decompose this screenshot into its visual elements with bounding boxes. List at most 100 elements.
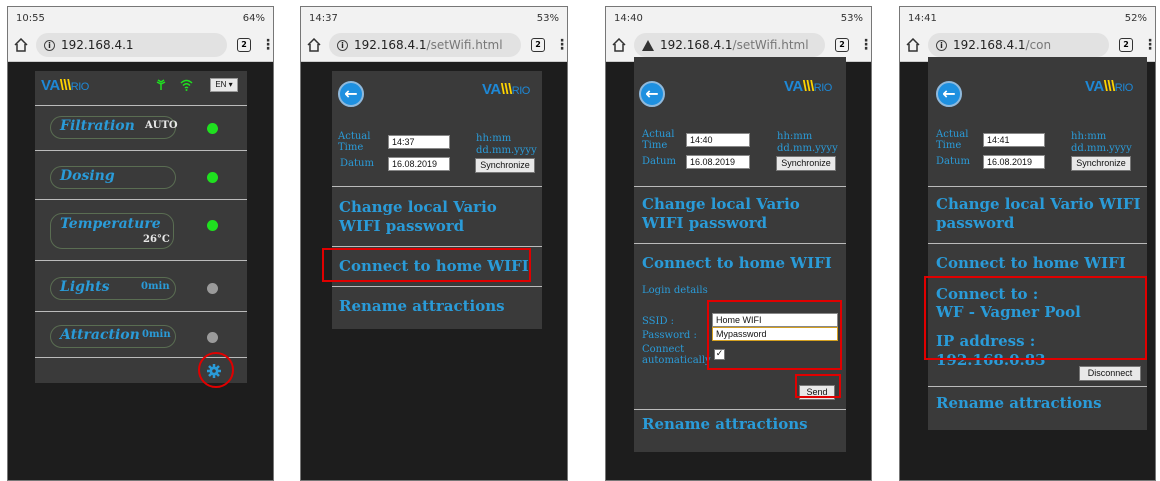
- status-bar: 14:40 53%: [606, 7, 871, 29]
- warning-icon[interactable]: [642, 39, 654, 51]
- status-bar: 14:37 53%: [301, 7, 567, 29]
- synchronize-button[interactable]: Synchronize: [475, 158, 535, 173]
- overflow-menu-icon[interactable]: ⋮: [1143, 37, 1155, 53]
- vario-logo: VA\\\RIO: [784, 78, 832, 95]
- divider: [35, 199, 247, 200]
- time-input[interactable]: 14:40: [686, 133, 750, 147]
- divider: [35, 311, 247, 312]
- address-field[interactable]: 192.168.4.1/setWifi.html: [634, 33, 825, 57]
- actual-time-label: Actual Time: [936, 129, 969, 151]
- status-bar: 14:41 52%: [900, 7, 1155, 29]
- lights-timer: 0min: [141, 281, 170, 292]
- filtration-mode: AUTO: [145, 120, 178, 131]
- login-details-label: Login details: [642, 285, 708, 296]
- back-arrow-icon[interactable]: ←: [639, 81, 665, 107]
- status-time: 14:41: [908, 12, 937, 24]
- status-time: 14:37: [309, 12, 338, 24]
- tab-count-button[interactable]: 2: [531, 38, 545, 52]
- date-input[interactable]: 16.08.2019: [388, 157, 450, 171]
- datum-label: Datum: [642, 156, 676, 167]
- change-password-link[interactable]: Change local Vario WIFI password: [339, 198, 539, 236]
- time-input[interactable]: 14:37: [388, 135, 450, 149]
- actual-time-label: Actual Time: [642, 129, 675, 151]
- connect-highlight-box: [322, 248, 531, 282]
- credentials-highlight-box: [707, 300, 842, 370]
- time-format-hint: hh:mm: [1071, 131, 1107, 142]
- language-select[interactable]: EN ▾: [210, 78, 238, 92]
- address-field[interactable]: i 192.168.4.1/con: [928, 33, 1109, 57]
- url-path: /setWifi.html: [732, 38, 809, 52]
- address-field[interactable]: i 192.168.4.1/setWifi.html: [329, 33, 521, 57]
- battery-indicator: 64%: [242, 12, 265, 24]
- overflow-menu-icon[interactable]: ⋮: [859, 37, 871, 53]
- lights-status-dot: [207, 283, 218, 294]
- overflow-menu-icon[interactable]: ⋮: [555, 37, 567, 53]
- synchronize-button[interactable]: Synchronize: [776, 156, 836, 171]
- date-input[interactable]: 16.08.2019: [983, 155, 1045, 169]
- info-icon[interactable]: i: [337, 39, 348, 51]
- temperature-label: Temperature: [60, 216, 161, 232]
- phone-screen-wifi-form: 14:40 53% 192.168.4.1/setWifi.html 2 ⋮ ←…: [605, 6, 872, 481]
- home-icon[interactable]: [612, 38, 626, 52]
- home-icon[interactable]: [906, 38, 920, 52]
- info-icon[interactable]: i: [44, 39, 55, 51]
- rename-attractions-link[interactable]: Rename attractions: [339, 297, 505, 316]
- url-path: /con: [1025, 38, 1052, 52]
- connect-home-wifi-heading: Connect to home WIFI: [642, 254, 832, 272]
- address-field[interactable]: i 192.168.4.1: [36, 33, 227, 57]
- home-icon[interactable]: [307, 38, 321, 52]
- send-highlight-box: [795, 374, 841, 398]
- phone-screen-connected: 14:41 52% i 192.168.4.1/con 2 ⋮ ← VA\\\R…: [899, 6, 1156, 481]
- lights-label: Lights: [60, 279, 110, 295]
- rename-attractions-link[interactable]: Rename attractions: [642, 415, 808, 434]
- info-icon[interactable]: i: [936, 39, 947, 51]
- date-format-hint: dd.mm.yyyy: [476, 145, 537, 156]
- settings-highlight-circle: [198, 352, 234, 388]
- date-input[interactable]: 16.08.2019: [686, 155, 750, 169]
- divider: [35, 260, 247, 261]
- datum-label: Datum: [936, 156, 970, 167]
- synchronize-button[interactable]: Synchronize: [1071, 156, 1131, 171]
- url-host: 192.168.4.1: [660, 38, 733, 52]
- rename-attractions-link[interactable]: Rename attractions: [936, 394, 1102, 413]
- tab-count-button[interactable]: 2: [1119, 38, 1133, 52]
- change-password-link[interactable]: Change local Vario WIFI password: [642, 195, 846, 233]
- divider: [634, 186, 846, 187]
- home-icon[interactable]: [14, 38, 28, 52]
- overflow-menu-icon[interactable]: ⋮: [261, 37, 273, 53]
- battery-indicator: 53%: [840, 12, 863, 24]
- datum-label: Datum: [340, 158, 374, 169]
- back-arrow-icon[interactable]: ←: [936, 81, 962, 107]
- divider: [928, 243, 1147, 244]
- divider: [35, 105, 247, 106]
- vario-logo: VA\\\RIO: [41, 77, 89, 94]
- status-time: 10:55: [16, 12, 45, 24]
- phone-screen-settings: 14:37 53% i 192.168.4.1/setWifi.html 2 ⋮…: [300, 6, 568, 481]
- divider: [928, 186, 1147, 187]
- back-arrow-icon[interactable]: ←: [338, 81, 364, 107]
- disconnect-button[interactable]: Disconnect: [1079, 366, 1141, 381]
- temperature-status-dot: [207, 220, 218, 231]
- divider: [35, 150, 247, 151]
- time-format-hint: hh:mm: [476, 133, 512, 144]
- url-path: /setWifi.html: [426, 38, 503, 52]
- status-time: 14:40: [614, 12, 643, 24]
- time-input[interactable]: 14:41: [983, 133, 1045, 147]
- change-password-link[interactable]: Change local Vario WIFI password: [936, 195, 1146, 233]
- date-format-hint: dd.mm.yyyy: [1071, 143, 1132, 154]
- battery-indicator: 53%: [536, 12, 559, 24]
- dosing-status-dot: [207, 172, 218, 183]
- phone-screen-main: 10:55 64% i 192.168.4.1 2 ⋮ VA\\\RIO EN …: [7, 6, 274, 481]
- tab-count-button[interactable]: 2: [237, 38, 251, 52]
- url-host: 192.168.4.1: [953, 38, 1026, 52]
- network-icon: [156, 79, 166, 90]
- attraction-timer: 0min: [142, 329, 171, 340]
- divider: [634, 243, 846, 244]
- tab-count-button[interactable]: 2: [835, 38, 849, 52]
- auto-connect-label: Connect automatically: [642, 344, 711, 366]
- password-label: Password :: [642, 330, 697, 341]
- connect-home-wifi-link[interactable]: Connect to home WIFI: [936, 254, 1126, 273]
- attraction-status-dot: [207, 332, 218, 343]
- divider: [332, 246, 542, 247]
- divider: [332, 286, 542, 287]
